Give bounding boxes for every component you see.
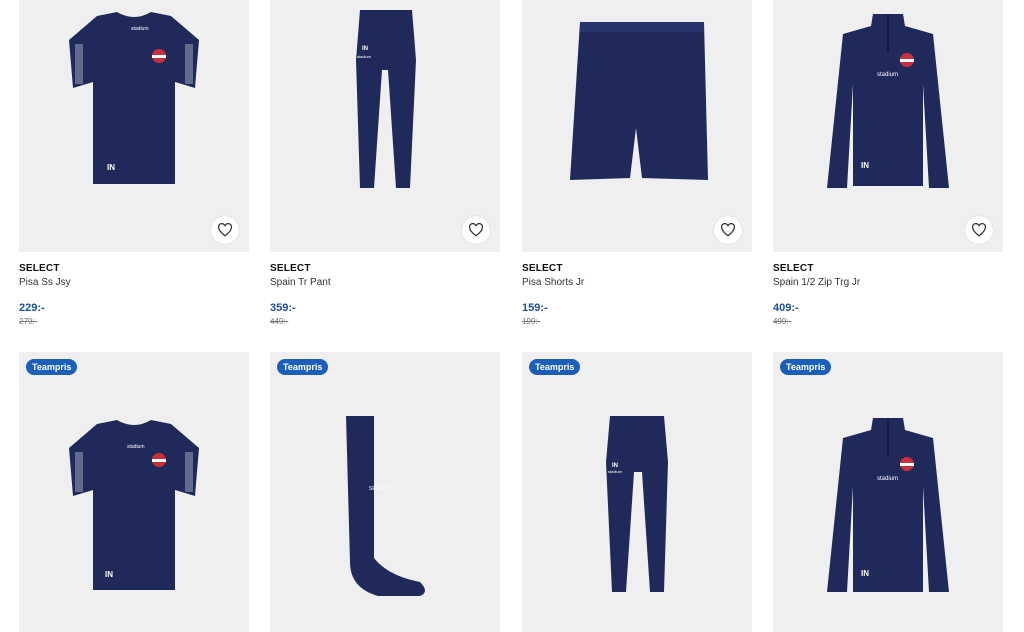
svg-text:SELECT: SELECT (369, 486, 388, 492)
svg-text:IN: IN (107, 163, 115, 172)
heart-icon (217, 223, 233, 237)
product-card[interactable]: IN stadium SELECT Spain Tr Pant 359:- 44… (270, 0, 500, 326)
product-brand: SELECT (773, 263, 814, 274)
product-card[interactable]: Teampris stadium IN (773, 352, 1003, 632)
product-price: 409:- (773, 302, 799, 314)
jersey-image: stadium IN (69, 420, 199, 590)
zip-top-image: stadium IN (827, 418, 949, 592)
product-image[interactable]: Teampris stadium IN (19, 352, 249, 632)
product-card[interactable]: Teampris SELECT (270, 352, 500, 632)
zip-top-image: stadium IN (827, 14, 949, 188)
product-image[interactable]: Teampris IN stadium (522, 352, 752, 632)
product-image[interactable]: stadium IN (19, 0, 249, 252)
product-brand: SELECT (19, 263, 60, 274)
svg-text:IN: IN (105, 570, 113, 579)
heart-icon (468, 223, 484, 237)
favorite-button[interactable] (965, 216, 993, 244)
svg-text:IN: IN (861, 569, 869, 578)
product-old-price: 449:- (270, 317, 289, 326)
pants-image: IN stadium (606, 416, 668, 592)
product-image[interactable]: stadium IN (773, 0, 1003, 252)
product-price: 159:- (522, 302, 548, 314)
shorts-image (570, 22, 708, 180)
product-name[interactable]: Pisa Shorts Jr (522, 277, 752, 288)
product-price: 229:- (19, 302, 45, 314)
svg-text:IN: IN (362, 46, 368, 52)
svg-text:IN: IN (861, 161, 869, 170)
favorite-button[interactable] (462, 216, 490, 244)
heart-icon (720, 223, 736, 237)
heart-icon (971, 223, 987, 237)
product-image[interactable]: Teampris stadium IN (773, 352, 1003, 632)
svg-text:stadium: stadium (608, 469, 623, 474)
svg-text:stadium: stadium (357, 54, 372, 59)
svg-text:stadium: stadium (131, 26, 149, 32)
svg-text:stadium: stadium (877, 476, 898, 482)
product-image[interactable]: Teampris SELECT (270, 352, 500, 632)
pants-image: IN stadium (356, 10, 416, 188)
product-image[interactable] (522, 0, 752, 252)
favorite-button[interactable] (211, 216, 239, 244)
product-price: 359:- (270, 302, 296, 314)
product-card[interactable]: Teampris IN stadium (522, 352, 752, 632)
product-old-price: 279:- (19, 317, 38, 326)
product-card[interactable]: stadium IN SELECT Pisa Ss Jsy 229:- 279:… (19, 0, 249, 326)
jersey-image: stadium IN (69, 12, 199, 184)
svg-text:stadium: stadium (877, 72, 898, 78)
product-brand: SELECT (270, 263, 311, 274)
product-old-price: 499:- (773, 317, 792, 326)
product-brand: SELECT (522, 263, 563, 274)
product-card[interactable]: stadium IN SELECT Spain 1/2 Zip Trg Jr 4… (773, 0, 1003, 326)
favorite-button[interactable] (714, 216, 742, 244)
svg-text:stadium: stadium (127, 444, 145, 450)
product-old-price: 199:- (522, 317, 541, 326)
product-image[interactable]: IN stadium (270, 0, 500, 252)
sock-image: SELECT (346, 416, 425, 596)
product-card[interactable]: Teampris stadium IN (19, 352, 249, 632)
product-name[interactable]: Spain Tr Pant (270, 277, 500, 288)
product-name[interactable]: Pisa Ss Jsy (19, 277, 249, 288)
product-card[interactable]: SELECT Pisa Shorts Jr 159:- 199:- (522, 0, 752, 326)
product-name[interactable]: Spain 1/2 Zip Trg Jr (773, 277, 1003, 288)
